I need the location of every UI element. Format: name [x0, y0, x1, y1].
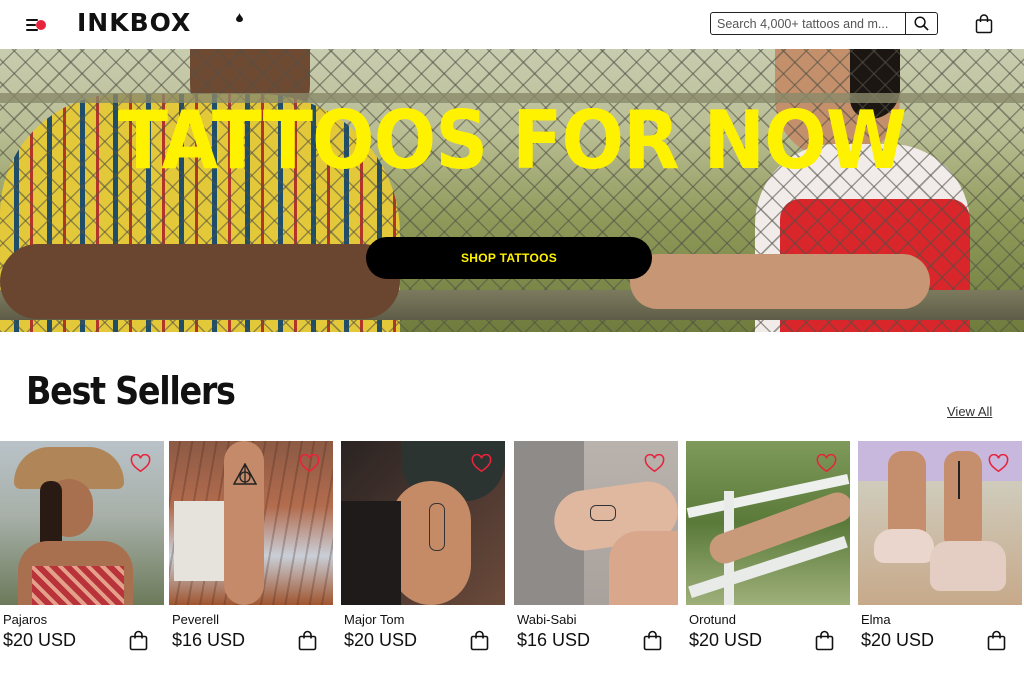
product-price: $16 USD — [172, 630, 246, 650]
shopping-bag-icon[interactable] — [815, 630, 834, 651]
menu-button[interactable] — [22, 12, 52, 38]
shopping-bag-icon — [975, 14, 993, 34]
heart-icon[interactable] — [644, 454, 665, 473]
product-card[interactable]: Elma $20 USD — [858, 441, 1022, 674]
hero-photo-arm — [0, 244, 400, 319]
heart-icon[interactable] — [130, 454, 151, 473]
shopping-bag-icon[interactable] — [470, 630, 489, 651]
search-button[interactable] — [905, 13, 937, 34]
product-price: $20 USD — [344, 630, 418, 650]
heart-icon[interactable] — [471, 454, 492, 473]
menu-icon-bar — [26, 24, 36, 26]
product-name[interactable]: Elma — [861, 612, 891, 627]
search-input[interactable] — [711, 13, 907, 34]
search-icon — [914, 16, 929, 31]
product-name[interactable]: Pajaros — [3, 612, 47, 627]
product-card[interactable]: Pajaros $20 USD — [0, 441, 164, 674]
hero-photo-arm — [630, 254, 930, 309]
heart-icon[interactable] — [299, 454, 320, 473]
product-price: $20 USD — [3, 630, 77, 650]
view-all-link[interactable]: View All — [947, 404, 992, 419]
menu-icon — [26, 19, 38, 21]
inkbox-logo[interactable]: INKBOX — [77, 8, 191, 37]
product-price: $20 USD — [861, 630, 935, 650]
heart-icon[interactable] — [816, 454, 837, 473]
hero-banner: TATTOOS FOR NOW SHOP TATTOOS — [0, 49, 1024, 332]
ink-drop-icon — [236, 13, 243, 22]
product-price: $20 USD — [689, 630, 763, 650]
product-card[interactable]: Peverell $16 USD — [169, 441, 333, 674]
shopping-bag-icon[interactable] — [643, 630, 662, 651]
heart-icon[interactable] — [988, 454, 1009, 473]
section-title: Best Sellers — [26, 369, 236, 413]
product-card[interactable]: Major Tom $20 USD — [341, 441, 505, 674]
product-card[interactable]: Orotund $20 USD — [686, 441, 850, 674]
product-name[interactable]: Peverell — [172, 612, 219, 627]
search-bar — [710, 12, 938, 35]
cart-button[interactable] — [975, 14, 993, 34]
shopping-bag-icon[interactable] — [987, 630, 1006, 651]
product-name[interactable]: Wabi-Sabi — [517, 612, 576, 627]
site-header: INKBOX — [0, 0, 1024, 49]
menu-icon-bar — [26, 29, 38, 31]
product-name[interactable]: Orotund — [689, 612, 736, 627]
shopping-bag-icon[interactable] — [298, 630, 317, 651]
hero-title: TATTOOS FOR NOW — [117, 94, 907, 187]
shopping-bag-icon[interactable] — [129, 630, 148, 651]
shop-tattoos-button[interactable]: SHOP TATTOOS — [366, 237, 652, 279]
product-carousel: Pajaros $20 USD Peverell $16 USD Major T… — [0, 441, 1024, 674]
product-card[interactable]: Wabi-Sabi $16 USD — [514, 441, 678, 674]
product-price: $16 USD — [517, 630, 591, 650]
tattoo-mark — [233, 463, 257, 485]
product-name[interactable]: Major Tom — [344, 612, 404, 627]
